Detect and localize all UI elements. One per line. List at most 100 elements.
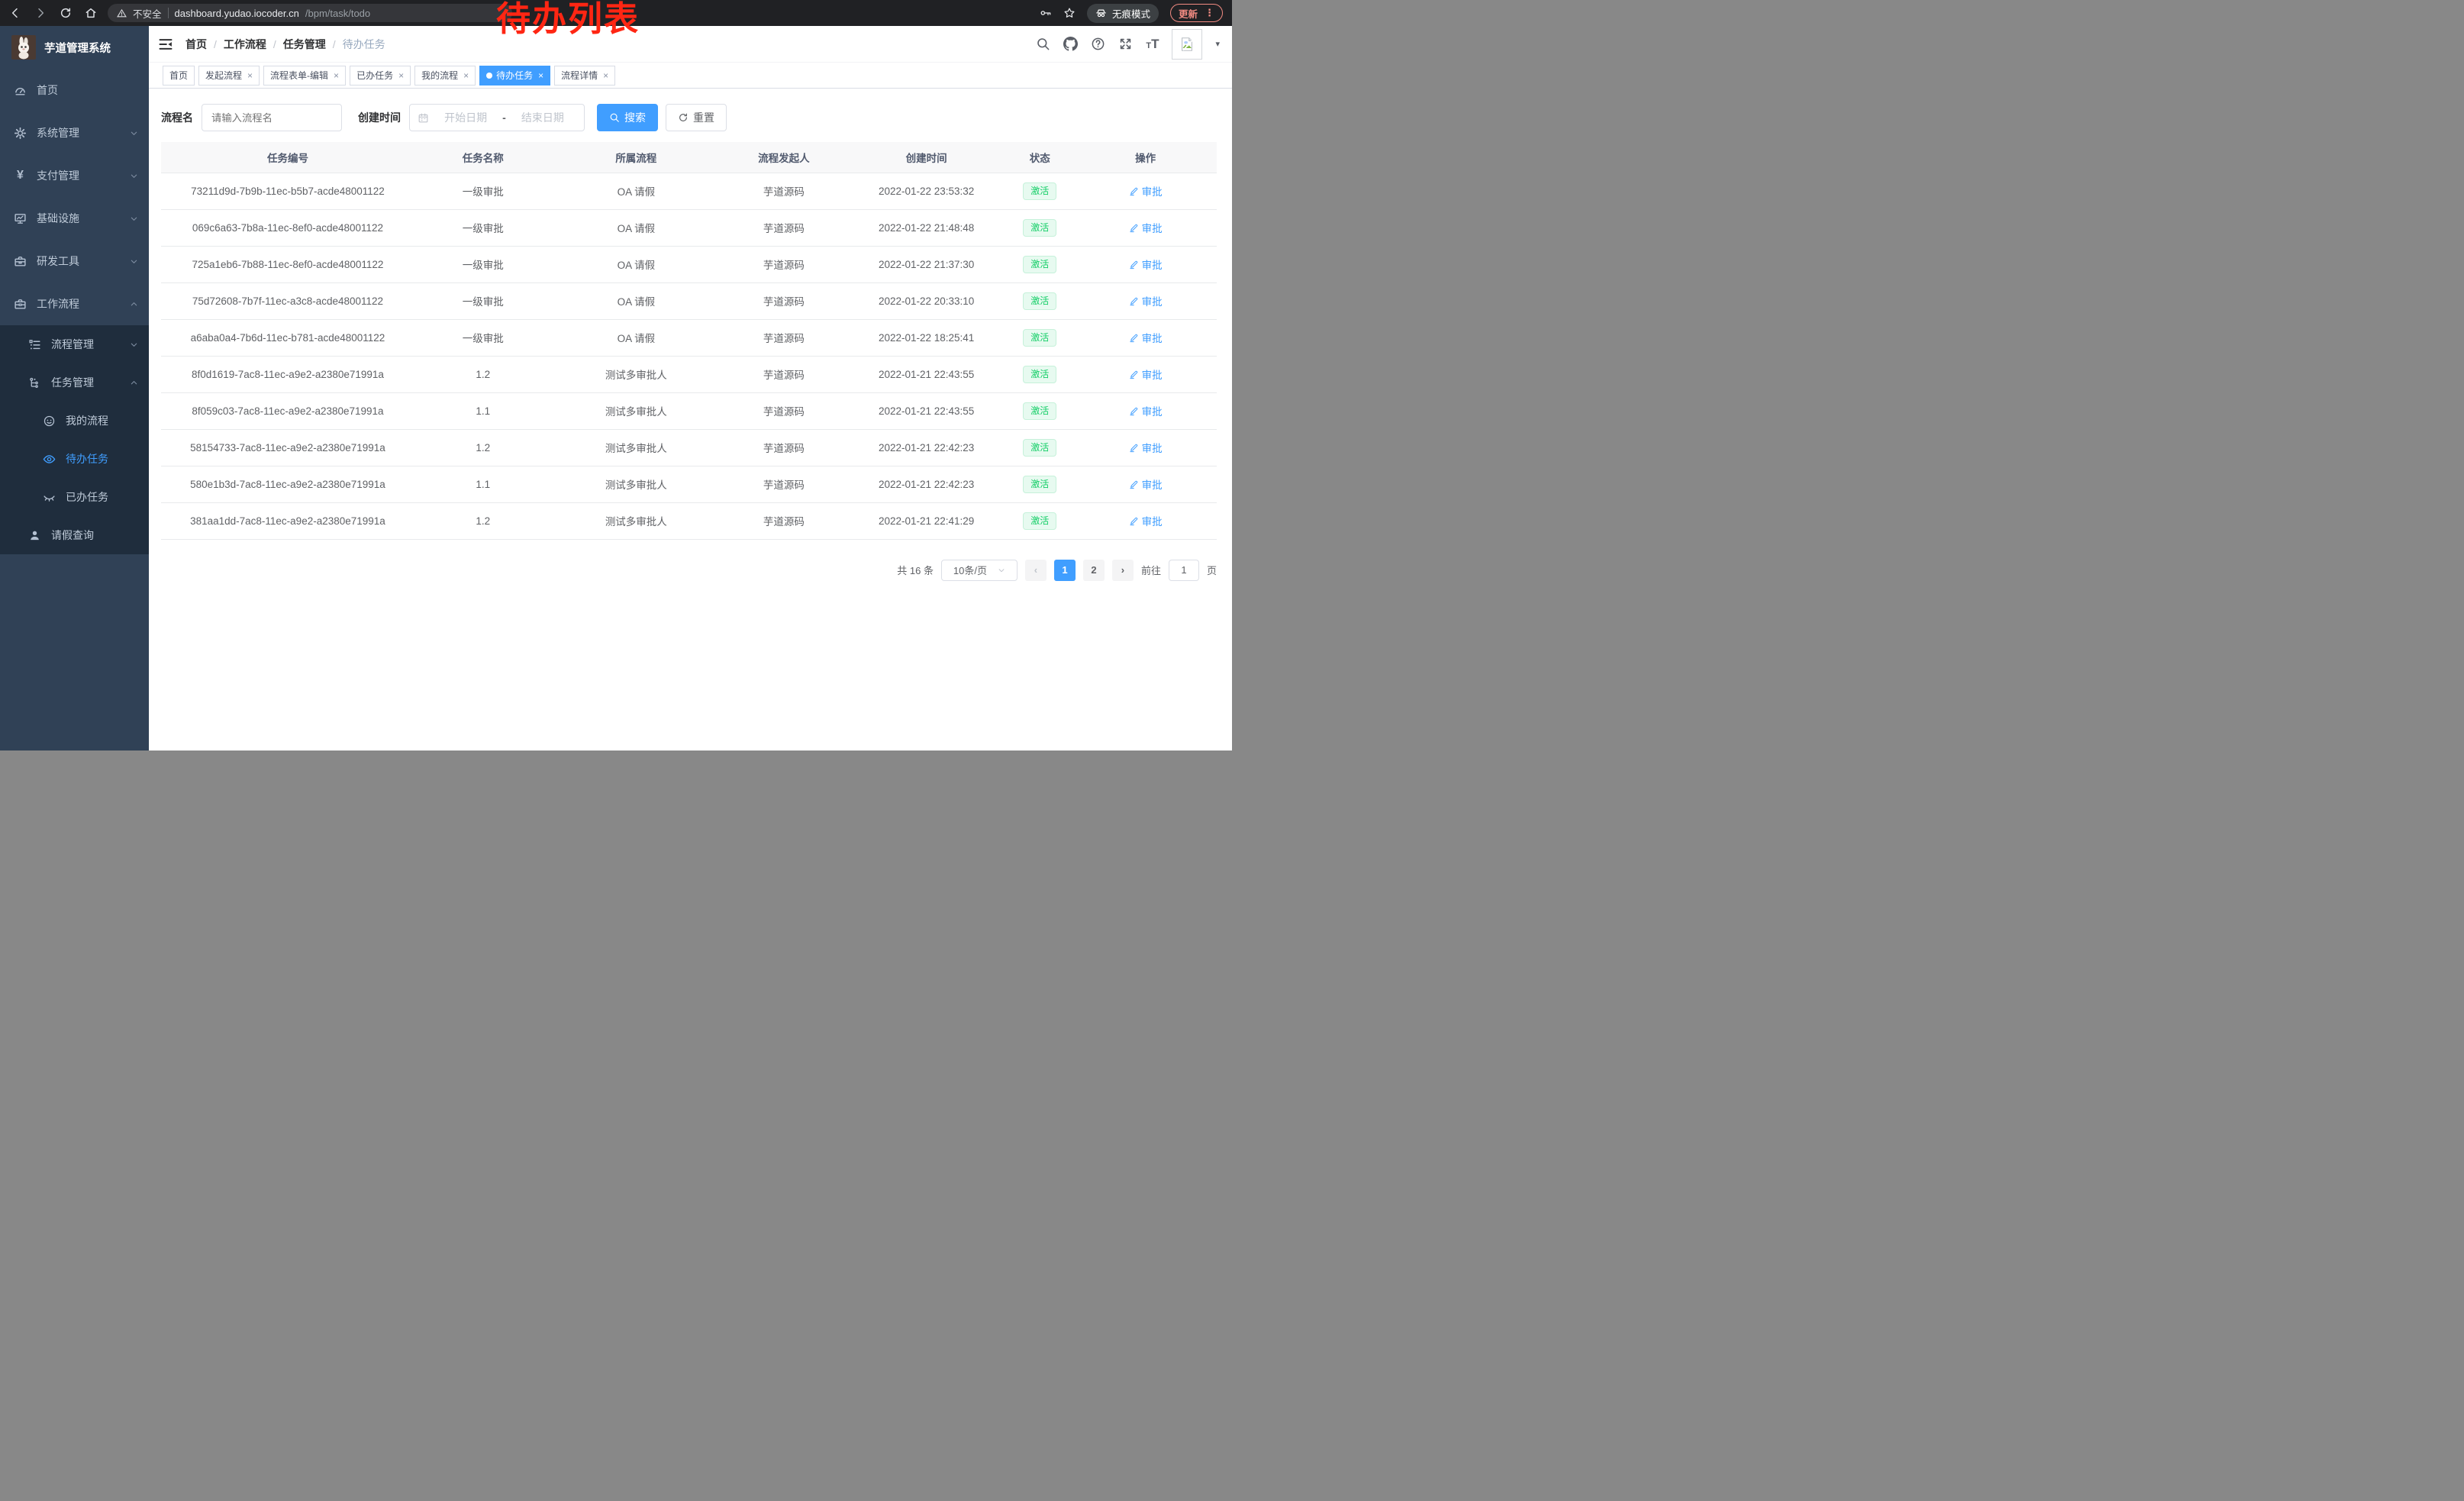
dashboard-icon — [14, 84, 27, 97]
todo-task-table: 任务编号 任务名称 所属流程 流程发起人 创建时间 状态 操作 73211d9d… — [161, 142, 1217, 540]
page-suffix: 页 — [1207, 563, 1217, 577]
tab-todo-tasks[interactable]: 待办任务× — [479, 66, 550, 86]
search-button[interactable]: 搜索 — [597, 104, 658, 131]
sidebar-item-workflow[interactable]: 工作流程 — [0, 282, 149, 325]
close-icon[interactable]: × — [463, 70, 469, 81]
approve-link[interactable]: 审批 — [1129, 257, 1163, 272]
bookmark-star-icon[interactable] — [1063, 7, 1076, 19]
approve-link[interactable]: 审批 — [1129, 220, 1163, 235]
approve-link[interactable]: 审批 — [1129, 183, 1163, 199]
url-bar[interactable]: 不安全 dashboard.yudao.iocoder.cn/bpm/task/… — [108, 4, 512, 22]
page-button-2[interactable]: 2 — [1083, 560, 1105, 581]
sidebar-item-my-process[interactable]: 我的流程 — [0, 402, 149, 440]
approve-link[interactable]: 审批 — [1129, 440, 1163, 455]
tab-process-detail[interactable]: 流程详情× — [554, 66, 615, 86]
incognito-icon — [1095, 8, 1107, 19]
approve-link[interactable]: 审批 — [1129, 476, 1163, 492]
chevron-down-icon — [130, 257, 138, 266]
breadcrumb-workflow[interactable]: 工作流程 — [224, 37, 266, 52]
tab-start-process[interactable]: 发起流程× — [198, 66, 260, 86]
edit-icon — [1129, 370, 1139, 379]
sidebar-item-task-mgmt[interactable]: 任务管理 — [0, 363, 149, 402]
url-host: dashboard.yudao.iocoder.cn — [175, 8, 299, 19]
sidebar-collapse-icon[interactable] — [158, 37, 173, 52]
approve-link[interactable]: 审批 — [1129, 293, 1163, 308]
status-badge: 激活 — [1023, 366, 1056, 383]
close-icon[interactable]: × — [247, 70, 253, 81]
home-icon[interactable] — [85, 7, 97, 19]
text-size-icon[interactable]: TT — [1146, 37, 1159, 52]
chevron-up-icon — [130, 300, 138, 308]
sidebar-item-payment[interactable]: ¥ 支付管理 — [0, 154, 149, 197]
fullscreen-icon[interactable] — [1118, 37, 1133, 51]
close-icon[interactable]: × — [538, 70, 543, 81]
update-button[interactable]: 更新 ⋮ — [1170, 4, 1223, 22]
forward-icon[interactable] — [34, 7, 47, 19]
sidebar-item-devtools[interactable]: 研发工具 — [0, 240, 149, 282]
close-icon[interactable]: × — [398, 70, 404, 81]
browser-menu-icon[interactable]: ⋮ — [1205, 7, 1214, 19]
next-page-button[interactable]: › — [1112, 560, 1134, 581]
search-icon — [609, 112, 620, 123]
tab-my-process[interactable]: 我的流程× — [414, 66, 476, 86]
sidebar-item-done-tasks[interactable]: 已办任务 — [0, 478, 149, 516]
back-icon[interactable] — [9, 7, 21, 19]
password-key-icon[interactable] — [1040, 7, 1052, 19]
page-button-1[interactable]: 1 — [1054, 560, 1076, 581]
approve-link[interactable]: 审批 — [1129, 366, 1163, 382]
date-range-picker[interactable]: 开始日期 - 结束日期 — [409, 104, 585, 131]
github-icon[interactable] — [1063, 37, 1078, 51]
total-count: 共 16 条 — [897, 563, 934, 577]
calendar-icon — [418, 112, 429, 124]
page-size-select[interactable]: 10条/页 — [941, 560, 1018, 581]
breadcrumb-home[interactable]: 首页 — [185, 37, 207, 52]
help-icon[interactable] — [1091, 37, 1105, 51]
search-icon[interactable] — [1036, 37, 1050, 51]
sidebar-item-infra[interactable]: 基础设施 — [0, 197, 149, 240]
process-name-input[interactable] — [202, 104, 342, 131]
breadcrumb-task-mgmt[interactable]: 任务管理 — [283, 37, 326, 52]
person-icon — [28, 529, 41, 542]
incognito-label: 无痕模式 — [1112, 6, 1150, 21]
edit-icon — [1129, 296, 1139, 306]
table-row: 381aa1dd-7ac8-11ec-a9e2-a2380e71991a1.2测… — [161, 502, 1217, 539]
edit-icon — [1129, 223, 1139, 233]
yen-icon: ¥ — [14, 169, 27, 182]
avatar[interactable] — [1172, 29, 1202, 60]
approve-link[interactable]: 审批 — [1129, 513, 1163, 528]
navbar-actions: TT ▾ — [1036, 29, 1220, 60]
table-row: 8f0d1619-7ac8-11ec-a9e2-a2380e71991a1.2测… — [161, 356, 1217, 392]
face-icon — [43, 415, 56, 428]
tab-done-tasks[interactable]: 已办任务× — [350, 66, 411, 86]
col-actions: 操作 — [1074, 142, 1217, 173]
app-title: 芋道管理系统 — [44, 40, 111, 56]
reset-button[interactable]: 重置 — [666, 104, 727, 131]
col-status: 状态 — [1005, 142, 1074, 173]
sidebar-item-home[interactable]: 首页 — [0, 69, 149, 111]
update-label: 更新 — [1179, 6, 1198, 21]
close-icon[interactable]: × — [603, 70, 608, 81]
avatar-caret-icon[interactable]: ▾ — [1215, 39, 1220, 49]
annotation-overlay: 待办列表 — [496, 0, 640, 38]
table-row: 580e1b3d-7ac8-11ec-a9e2-a2380e71991a1.1测… — [161, 466, 1217, 502]
sidebar-logo[interactable]: 芋道管理系统 — [0, 26, 149, 69]
sidebar-item-leave-query[interactable]: 请假查询 — [0, 516, 149, 554]
approve-link[interactable]: 审批 — [1129, 403, 1163, 418]
status-badge: 激活 — [1023, 329, 1056, 347]
start-date-placeholder: 开始日期 — [432, 110, 499, 125]
reload-icon[interactable] — [60, 7, 72, 19]
chevron-down-icon — [998, 567, 1005, 574]
close-icon[interactable]: × — [334, 70, 339, 81]
breadcrumb-current: 待办任务 — [343, 37, 385, 52]
sidebar-item-todo-tasks[interactable]: 待办任务 — [0, 440, 149, 478]
goto-page-input[interactable] — [1169, 560, 1199, 581]
pagination: 共 16 条 10条/页 ‹ 1 2 › 前往 页 — [161, 560, 1217, 581]
sidebar-item-process-mgmt[interactable]: 流程管理 — [0, 325, 149, 363]
tab-form-edit[interactable]: 流程表单-编辑× — [263, 66, 346, 86]
tab-home[interactable]: 首页 — [163, 66, 195, 86]
approve-link[interactable]: 审批 — [1129, 330, 1163, 345]
sidebar-item-system[interactable]: 系统管理 — [0, 111, 149, 154]
col-process: 所属流程 — [552, 142, 721, 173]
end-date-placeholder: 结束日期 — [509, 110, 576, 125]
prev-page-button[interactable]: ‹ — [1025, 560, 1047, 581]
